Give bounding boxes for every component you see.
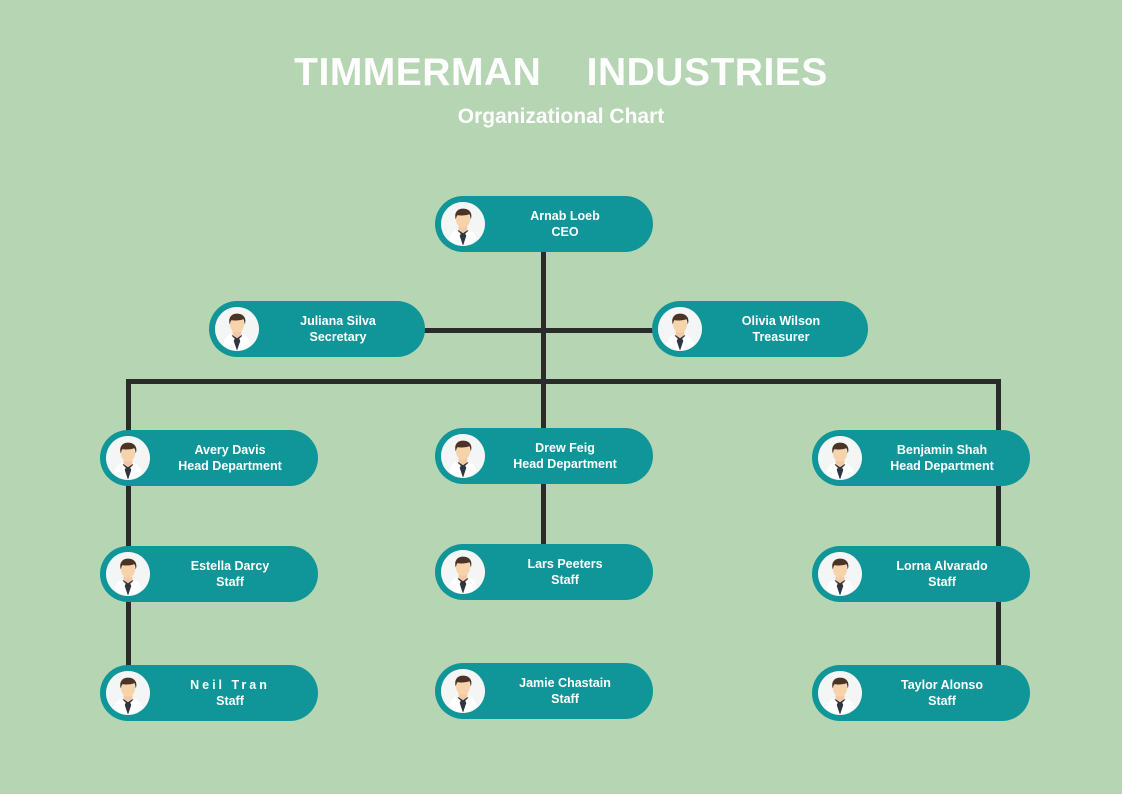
node-text: Benjamin Shah Head Department — [862, 442, 1030, 475]
node-role: CEO — [551, 225, 579, 239]
org-node-ceo[interactable]: Arnab Loeb CEO — [435, 196, 653, 252]
node-role: Staff — [216, 575, 244, 589]
node-text: Estella Darcy Staff — [150, 558, 318, 591]
node-name: Juliana Silva — [300, 313, 376, 328]
node-name: Neil Tran — [190, 677, 270, 692]
node-name: Lars Peeters — [527, 556, 603, 571]
connector-right-staff-to-staff — [996, 596, 1001, 668]
node-name: Taylor Alonso — [901, 677, 983, 692]
node-text: Olivia Wilson Treasurer — [702, 313, 868, 346]
node-role: Staff — [551, 692, 579, 706]
node-name: Jamie Chastain — [519, 675, 611, 690]
person-avatar-icon — [658, 307, 702, 351]
person-avatar-icon — [441, 202, 485, 246]
node-role: Staff — [551, 573, 579, 587]
org-node-staff-left-1[interactable]: Estella Darcy Staff — [100, 546, 318, 602]
node-text: Jamie Chastain Staff — [485, 675, 653, 708]
org-node-staff-mid-2[interactable]: Jamie Chastain Staff — [435, 663, 653, 719]
person-avatar-icon — [818, 436, 862, 480]
org-node-head-mid[interactable]: Drew Feig Head Department — [435, 428, 653, 484]
person-avatar-icon — [441, 434, 485, 478]
org-node-staff-right-2[interactable]: Taylor Alonso Staff — [812, 665, 1030, 721]
node-role: Secretary — [309, 330, 367, 344]
person-avatar-icon — [106, 671, 150, 715]
person-avatar-icon — [106, 436, 150, 480]
connector-officer-crossbar — [424, 328, 662, 333]
person-avatar-icon — [818, 671, 862, 715]
org-node-staff-mid-1[interactable]: Lars Peeters Staff — [435, 544, 653, 600]
connector-left-staff-to-staff — [126, 596, 131, 668]
node-name: Olivia Wilson — [741, 313, 821, 328]
node-name: Estella Darcy — [190, 558, 270, 573]
org-node-staff-left-2[interactable]: Neil Tran Staff — [100, 665, 318, 721]
person-avatar-icon — [441, 669, 485, 713]
node-text: Avery Davis Head Department — [150, 442, 318, 475]
node-role: Head Department — [178, 459, 282, 473]
org-node-secretary[interactable]: Juliana Silva Secretary — [209, 301, 425, 357]
node-text: Lars Peeters Staff — [485, 556, 653, 589]
org-node-head-left[interactable]: Avery Davis Head Department — [100, 430, 318, 486]
node-text: Arnab Loeb CEO — [485, 208, 653, 241]
node-text: Drew Feig Head Department — [485, 440, 653, 473]
node-text: Juliana Silva Secretary — [259, 313, 425, 346]
person-avatar-icon — [818, 552, 862, 596]
node-role: Head Department — [890, 459, 994, 473]
connector-ceo-spine — [541, 252, 546, 382]
node-name: Avery Davis — [194, 442, 266, 457]
node-text: Lorna Alvarado Staff — [862, 558, 1030, 591]
node-text: Neil Tran Staff — [150, 677, 318, 710]
connector-right-head-to-staff — [996, 480, 1001, 552]
connector-department-bus — [126, 379, 1000, 384]
connector-left-head-to-staff — [126, 480, 131, 552]
node-role: Staff — [928, 694, 956, 708]
node-name: Arnab Loeb — [530, 208, 600, 223]
node-role: Treasurer — [752, 330, 810, 344]
page-subtitle: Organizational Chart — [457, 105, 665, 128]
person-avatar-icon — [106, 552, 150, 596]
node-role: Staff — [216, 694, 244, 708]
org-node-staff-right-1[interactable]: Lorna Alvarado Staff — [812, 546, 1030, 602]
org-node-head-right[interactable]: Benjamin Shah Head Department — [812, 430, 1030, 486]
person-avatar-icon — [215, 307, 259, 351]
connector-mid-head-to-staff — [541, 479, 546, 545]
node-role: Head Department — [513, 457, 617, 471]
node-role: Staff — [928, 575, 956, 589]
page-title: TIMMERMAN INDUSTRIES — [294, 51, 828, 94]
person-avatar-icon — [441, 550, 485, 594]
node-name: Lorna Alvarado — [896, 558, 988, 573]
org-chart-canvas: TIMMERMAN INDUSTRIES Organizational Char… — [0, 0, 1122, 794]
node-name: Drew Feig — [535, 440, 595, 455]
node-text: Taylor Alonso Staff — [862, 677, 1030, 710]
org-node-treasurer[interactable]: Olivia Wilson Treasurer — [652, 301, 868, 357]
node-name: Benjamin Shah — [896, 442, 988, 457]
